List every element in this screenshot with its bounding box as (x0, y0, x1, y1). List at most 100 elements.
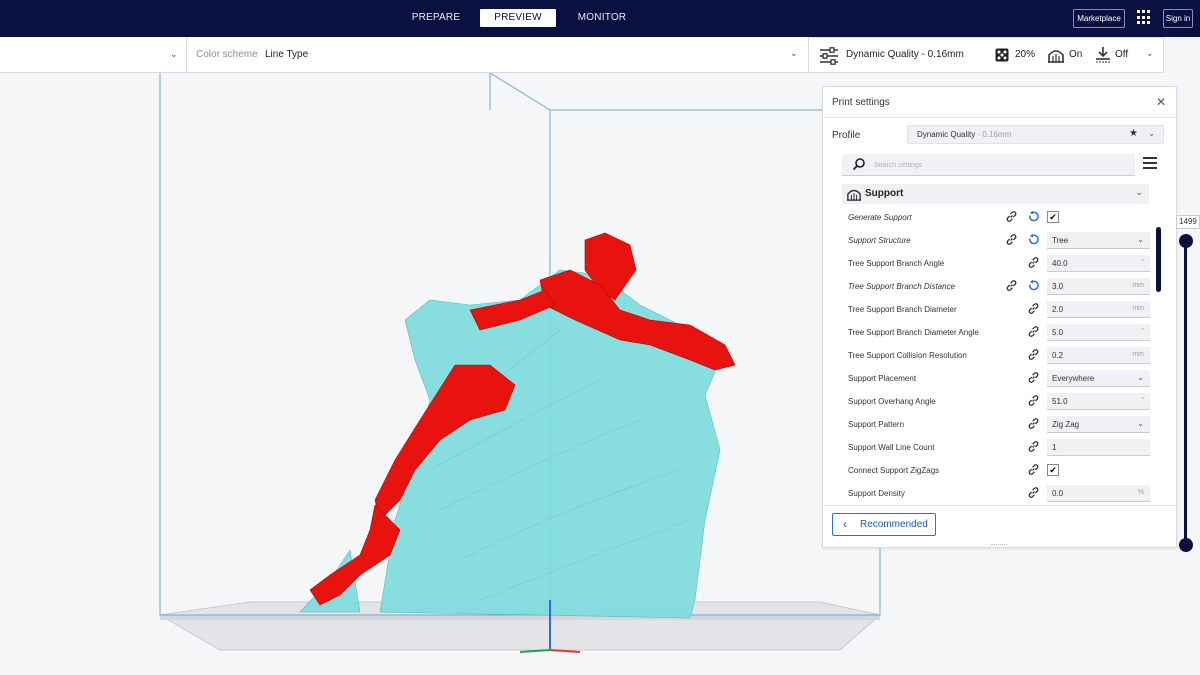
marketplace-button[interactable]: Marketplace (1073, 9, 1125, 28)
setting-row: Connect Support ZigZags ✔ (823, 459, 1176, 482)
setting-label: Connect Support ZigZags (848, 466, 940, 475)
profile-value: Dynamic Quality - 0.16mm (917, 130, 1012, 139)
recommended-button[interactable]: ‹ Recommended (832, 513, 936, 536)
setting-input[interactable]: 0.0% (1047, 485, 1150, 502)
setting-input[interactable]: 0.2 mm (1047, 347, 1150, 364)
support-icon (1047, 46, 1065, 66)
color-scheme-dropdown-icon[interactable]: ⌄ (790, 48, 798, 59)
link-icon[interactable] (1027, 256, 1040, 274)
setting-input[interactable]: 51.0 ° (1047, 393, 1150, 410)
adhesion-icon (1095, 46, 1111, 66)
setting-value: 51.0 (1052, 397, 1068, 406)
setting-checkbox[interactable]: ✔ (1047, 211, 1059, 223)
setting-value: Tree (1052, 236, 1069, 245)
setting-label: Tree Support Branch Diameter (848, 305, 957, 314)
setting-row: Tree Support Branch Diameter 2.0 mm (823, 298, 1176, 321)
setting-input[interactable]: 1 (1047, 439, 1150, 456)
recommended-label: Recommended (860, 519, 928, 530)
setting-label: Tree Support Collision Resolution (848, 351, 967, 360)
divider (823, 505, 1176, 506)
reset-icon[interactable] (1027, 210, 1040, 228)
reset-icon[interactable] (1027, 279, 1040, 297)
setting-input[interactable]: 2.0 mm (1047, 301, 1150, 318)
setting-unit: ° (1141, 259, 1144, 266)
setting-value: 0.2 (1052, 351, 1064, 360)
link-icon[interactable] (1027, 440, 1040, 458)
apps-grid-icon[interactable] (1137, 10, 1152, 25)
category-label: Support (865, 188, 904, 199)
link-icon[interactable] (1005, 279, 1018, 297)
setting-label: Support Pattern (848, 420, 905, 429)
layer-slider-track[interactable] (1184, 240, 1187, 545)
setting-row: Support Placement Everywhere ⌄ (823, 367, 1176, 390)
menu-icon[interactable] (1143, 157, 1157, 170)
setting-row: Support Wall Line Count 1 (823, 436, 1176, 459)
link-icon[interactable] (1027, 463, 1040, 481)
link-icon[interactable] (1027, 325, 1040, 343)
setting-row: Tree Support Branch Angle 40.0 ° (823, 252, 1176, 275)
profile-dropdown[interactable]: Dynamic Quality - 0.16mm ★ ⌄ (907, 125, 1164, 144)
chevron-down-icon: ⌄ (1137, 235, 1144, 244)
setting-label: Generate Support (848, 213, 912, 222)
chevron-down-icon[interactable]: ⌄ (170, 49, 178, 60)
search-field[interactable] (842, 154, 1135, 176)
stage-bar: PREPARE PREVIEW MONITOR Marketplace Sign… (0, 0, 1200, 37)
setting-row: Support Pattern Zig Zag ⌄ (823, 413, 1176, 436)
setting-value: Everywhere (1052, 374, 1095, 383)
print-settings-panel: Print settings ✕ Profile Dynamic Quality… (822, 86, 1177, 548)
layer-number[interactable]: 1499 (1176, 215, 1200, 229)
tab-monitor[interactable]: MONITOR (572, 9, 632, 27)
scrollbar[interactable] (1156, 227, 1161, 292)
setting-row: Tree Support Branch Diameter Angle 5.0 ° (823, 321, 1176, 344)
link-icon[interactable] (1027, 394, 1040, 412)
divider (186, 37, 187, 73)
chevron-down-icon: ⌄ (1148, 129, 1155, 138)
setting-dropdown[interactable]: Everywhere ⌄ (1047, 370, 1150, 387)
setting-unit: mm (1132, 351, 1144, 358)
link-icon[interactable] (1027, 486, 1040, 502)
divider (823, 117, 1176, 118)
layer-slider-top-handle[interactable] (1179, 234, 1193, 248)
settings-sliders-icon (819, 47, 839, 68)
tab-preview[interactable]: PREVIEW (480, 9, 556, 27)
resize-handle[interactable] (991, 544, 1007, 547)
link-icon[interactable] (1005, 233, 1018, 251)
star-icon[interactable]: ★ (1129, 128, 1138, 139)
layer-slider-bottom-handle[interactable] (1179, 538, 1193, 552)
profile-name: Dynamic Quality - 0.16mm (846, 49, 964, 60)
category-support[interactable]: Support ⌄ (842, 184, 1149, 204)
setting-value: Zig Zag (1052, 420, 1080, 429)
link-icon[interactable] (1027, 348, 1040, 366)
setting-label: Tree Support Branch Diameter Angle (848, 328, 979, 337)
setting-checkbox[interactable]: ✔ (1047, 464, 1059, 476)
color-scheme-select[interactable]: Line Type (265, 49, 308, 60)
setting-dropdown[interactable]: Zig Zag ⌄ (1047, 416, 1150, 433)
setting-input[interactable]: 40.0 ° (1047, 255, 1150, 272)
print-setup-selector[interactable]: Dynamic Quality - 0.16mm 20% On Off ⌄ (808, 37, 1164, 73)
setting-dropdown[interactable]: Tree ⌄ (1047, 232, 1150, 249)
link-icon[interactable] (1027, 302, 1040, 320)
tab-prepare[interactable]: PREPARE (406, 9, 466, 27)
settings-list: Generate Support ✔ Support Structure Tree ⌄ T… (823, 206, 1176, 502)
setting-label: Support Wall Line Count (848, 443, 935, 452)
chevron-left-icon: ‹ (843, 517, 847, 531)
link-icon[interactable] (1027, 371, 1040, 389)
search-input[interactable] (874, 158, 1124, 172)
sign-in-button[interactable]: Sign in (1163, 9, 1193, 28)
link-icon[interactable] (1005, 210, 1018, 228)
setting-unit: ° (1141, 328, 1144, 335)
setting-label: Support Structure (848, 236, 911, 245)
support-value: On (1069, 49, 1083, 60)
setting-unit: % (1137, 489, 1144, 496)
setting-row: Tree Support Branch Distance 3.0 mm (823, 275, 1176, 298)
setting-input[interactable]: 5.0 ° (1047, 324, 1150, 341)
setting-unit: mm (1132, 282, 1144, 289)
setting-input[interactable]: 3.0 mm (1047, 278, 1150, 295)
setting-row: Support Density 0.0% (823, 482, 1176, 502)
close-icon[interactable]: ✕ (1156, 95, 1166, 109)
link-icon[interactable] (1027, 417, 1040, 435)
setting-label: Support Overhang Angle (848, 397, 936, 406)
chevron-down-icon[interactable]: ⌄ (1146, 48, 1154, 59)
reset-icon[interactable] (1027, 233, 1040, 251)
infill-value: 20% (1015, 49, 1036, 60)
